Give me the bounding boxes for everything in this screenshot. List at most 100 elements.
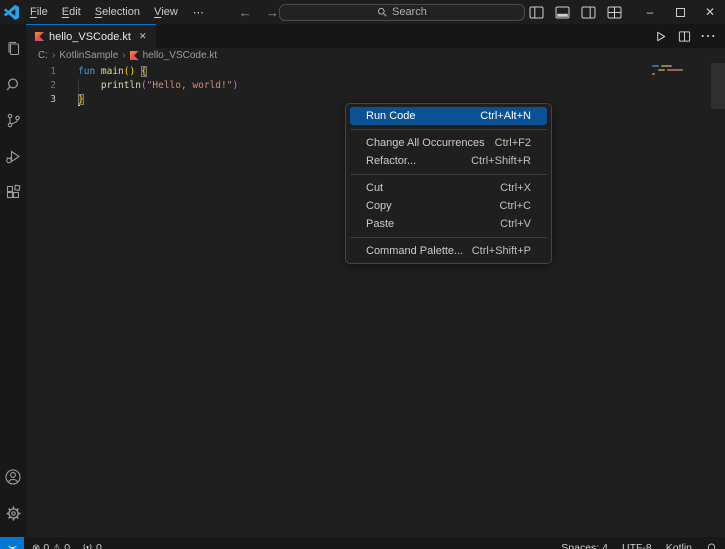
context-menu-item-command-palette[interactable]: Command Palette... Ctrl+Shift+P xyxy=(350,242,547,260)
context-menu-item-paste[interactable]: Paste Ctrl+V xyxy=(350,215,547,233)
toggle-primary-sidebar-icon[interactable] xyxy=(525,1,547,23)
menu-separator xyxy=(350,129,547,130)
menu-file[interactable]: File xyxy=(23,0,55,24)
problems-indicator[interactable]: ⊗ 0 ⚠ 0 xyxy=(32,542,70,549)
indentation-status[interactable]: Spaces: 4 xyxy=(561,542,608,549)
menu-selection[interactable]: Selection xyxy=(88,0,147,24)
code-line[interactable]: 1 fun main() { xyxy=(26,65,725,79)
menubar-more-button[interactable]: ⋯ xyxy=(185,0,213,24)
line-content: fun main() { xyxy=(78,65,147,79)
menu-edit[interactable]: Edit xyxy=(55,0,88,24)
kotlin-file-icon xyxy=(35,32,44,41)
tab-label: hello_VSCode.kt xyxy=(49,30,131,43)
minimap[interactable] xyxy=(652,65,700,77)
vscode-window: File Edit Selection View ⋯ ← → Search – … xyxy=(0,0,725,549)
editor-actions: ⋯ xyxy=(651,24,725,48)
line-number: 2 xyxy=(50,80,56,91)
search-input[interactable]: Search xyxy=(278,3,525,21)
settings-gear-icon[interactable] xyxy=(0,495,26,531)
menu-item-label: Cut xyxy=(366,182,384,194)
toggle-secondary-sidebar-icon[interactable] xyxy=(577,1,599,23)
history-navigation: ← → xyxy=(239,5,279,20)
explorer-icon[interactable] xyxy=(0,30,26,66)
ports-indicator[interactable]: 0 xyxy=(82,542,102,549)
notifications-bell-icon[interactable] xyxy=(706,542,717,549)
code-token: main xyxy=(100,66,124,77)
menu-item-shortcut: Ctrl+Alt+N xyxy=(480,110,531,122)
menu-view[interactable]: View xyxy=(147,0,185,24)
encoding-status[interactable]: UTF-8 xyxy=(622,542,652,549)
statusbar-right: Spaces: 4 UTF-8 Kotlin xyxy=(561,542,725,549)
account-icon[interactable] xyxy=(0,459,26,495)
menu-item-label: Command Palette... xyxy=(366,245,464,257)
menu-item-label: Refactor... xyxy=(366,155,417,167)
language-mode-status[interactable]: Kotlin xyxy=(666,542,692,549)
run-code-icon[interactable] xyxy=(651,27,669,45)
context-menu-item-run-code[interactable]: Run Code Ctrl+Alt+N xyxy=(350,107,547,125)
customize-layout-icon[interactable] xyxy=(603,1,625,23)
title-bar: File Edit Selection View ⋯ ← → Search – … xyxy=(0,0,725,24)
editor-group: hello_VSCode.kt ✕ ⋯ C: › KotlinSample › hell… xyxy=(26,24,725,537)
search-placeholder: Search xyxy=(391,6,427,18)
error-count: 0 xyxy=(43,542,50,549)
context-menu-item-copy[interactable]: Copy Ctrl+C xyxy=(350,197,547,215)
run-debug-icon[interactable] xyxy=(0,138,26,174)
editor-context-menu: Run Code Ctrl+Alt+N Change All Occurrences… xyxy=(345,103,552,264)
context-menu-item-refactor[interactable]: Refactor... Ctrl+Shift+R xyxy=(350,152,547,170)
code-line[interactable]: 2 println("Hello, world!") xyxy=(26,79,725,93)
more-actions-icon[interactable]: ⋯ xyxy=(699,27,717,45)
maximize-button[interactable] xyxy=(665,0,695,24)
menu-item-shortcut: Ctrl+X xyxy=(500,182,531,194)
breadcrumb-item[interactable]: hello_VSCode.kt xyxy=(143,50,218,61)
chevron-right-icon: › xyxy=(52,50,56,61)
search-icon xyxy=(377,7,387,17)
chevron-right-icon: › xyxy=(122,50,126,61)
code-token: { xyxy=(140,66,147,77)
breadcrumb-item[interactable]: KotlinSample xyxy=(59,50,118,61)
breadcrumb: C: › KotlinSample › hello_VSCode.kt xyxy=(26,48,725,63)
code-token: ) xyxy=(232,80,239,91)
source-control-icon[interactable] xyxy=(0,102,26,138)
line-content: println("Hello, world!") xyxy=(78,79,238,93)
context-menu-item-cut[interactable]: Cut Ctrl+X xyxy=(350,179,547,197)
error-icon: ⊗ xyxy=(32,542,41,549)
menu-item-label: Run Code xyxy=(366,110,416,122)
tab-hello-vscode[interactable]: hello_VSCode.kt ✕ xyxy=(26,24,156,48)
menu-item-shortcut: Ctrl+Shift+P xyxy=(471,245,531,257)
go-back-icon[interactable]: ← xyxy=(239,5,252,20)
indent-guide xyxy=(78,79,79,93)
ports-count: 0 xyxy=(96,542,102,549)
context-menu-item-change-all-occurrences[interactable]: Change All Occurrences Ctrl+F2 xyxy=(350,134,547,152)
status-bar: >< ⊗ 0 ⚠ 0 0 Spaces: 4 UTF-8 Kotlin xyxy=(0,537,725,549)
extensions-icon[interactable] xyxy=(0,174,26,210)
breadcrumb-item[interactable]: C: xyxy=(38,50,48,61)
menu-item-label: Paste xyxy=(366,218,395,230)
code-token: } xyxy=(78,94,84,105)
radio-tower-icon xyxy=(83,543,92,549)
minimize-button[interactable]: – xyxy=(635,0,665,24)
menu-item-shortcut: Ctrl+C xyxy=(499,200,531,212)
vertical-scrollbar[interactable] xyxy=(711,63,725,109)
split-editor-icon[interactable] xyxy=(675,27,693,45)
tab-close-icon[interactable]: ✕ xyxy=(139,31,147,42)
menu-separator xyxy=(350,174,547,175)
menu-separator xyxy=(350,237,547,238)
close-window-button[interactable]: ✕ xyxy=(695,0,725,24)
go-forward-icon[interactable]: → xyxy=(266,5,279,20)
code-token: fun xyxy=(78,66,101,77)
toggle-panel-icon[interactable] xyxy=(551,1,573,23)
line-number: 1 xyxy=(50,66,56,77)
warning-icon: ⚠ xyxy=(52,542,62,549)
menu-item-shortcut: Ctrl+F2 xyxy=(494,137,531,149)
menubar: File Edit Selection View xyxy=(23,0,185,24)
search-sidebar-icon[interactable] xyxy=(0,66,26,102)
menu-item-label: Copy xyxy=(366,200,392,212)
tab-bar: hello_VSCode.kt ✕ ⋯ xyxy=(26,24,725,48)
menu-item-label: Change All Occurrences xyxy=(366,137,485,149)
menu-item-shortcut: Ctrl+Shift+R xyxy=(471,155,531,167)
titlebar-right: – ✕ xyxy=(525,0,725,24)
line-content: } xyxy=(78,93,84,107)
remote-indicator[interactable]: >< xyxy=(0,537,24,549)
activity-bar xyxy=(0,24,26,537)
